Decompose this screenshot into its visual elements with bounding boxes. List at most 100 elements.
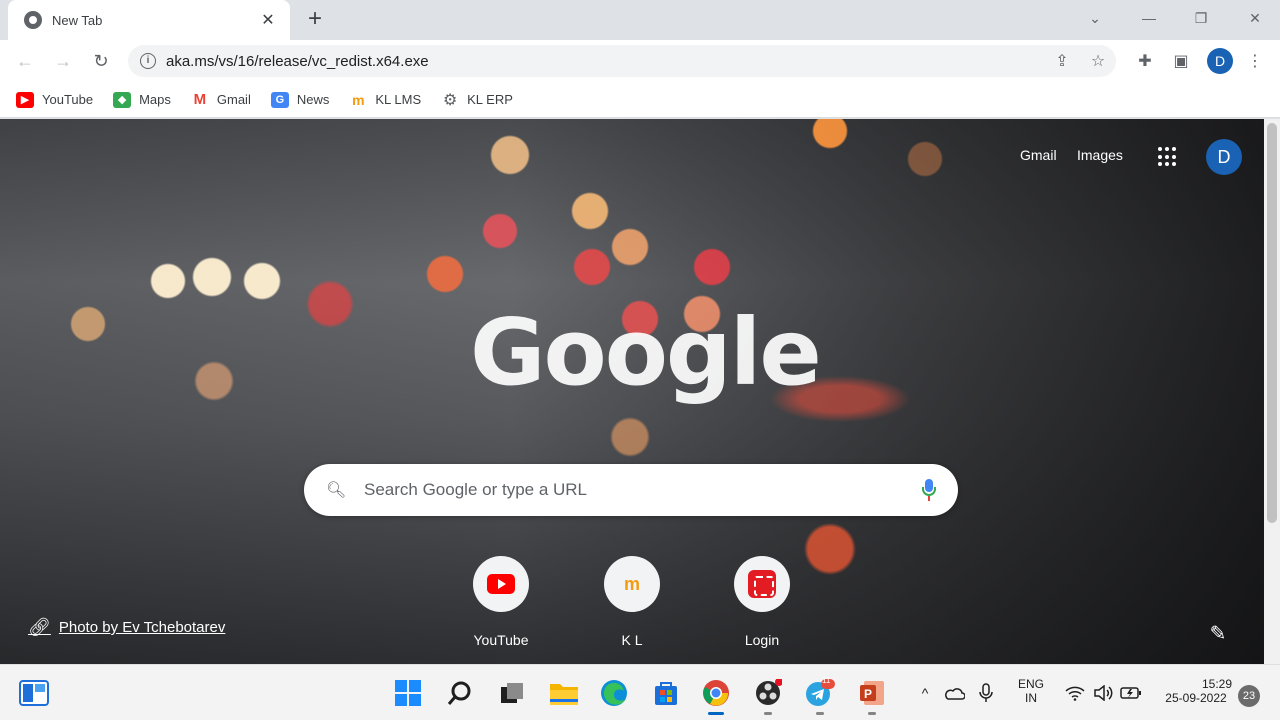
- bookmark-label: Gmail: [216, 92, 251, 107]
- search-icon: 🔍︎: [326, 482, 347, 499]
- close-window-button[interactable]: ✕: [1230, 0, 1280, 36]
- volume-icon[interactable]: [1090, 675, 1116, 711]
- tab-search-button[interactable]: ⌄: [1070, 0, 1120, 36]
- images-link[interactable]: Images: [1077, 147, 1123, 163]
- chrome-icon: [24, 11, 42, 29]
- photo-credit-link[interactable]: 🔗︎ Photo by Ev Tchebotarev: [28, 617, 225, 638]
- gear-icon: ⚙: [441, 91, 460, 109]
- site-info-icon[interactable]: i: [140, 53, 156, 69]
- bookmark-label: News: [296, 92, 330, 107]
- profile-avatar-button[interactable]: D: [1207, 48, 1233, 74]
- side-panel-icon[interactable]: ▣: [1169, 49, 1193, 73]
- tab-title: New Tab: [52, 12, 103, 28]
- address-bar[interactable]: i aka.ms/vs/16/release/vc_redist.x64.exe…: [128, 45, 1116, 77]
- close-tab-button[interactable]: ✕: [258, 10, 278, 30]
- shortcut-youtube[interactable]: YouTube: [456, 556, 546, 648]
- windows-taskbar: 11 P ^ ENG IN 15:29 25-09-2022 23: [0, 664, 1280, 720]
- clock-time: 15:29: [1201, 677, 1232, 691]
- shortcut-icon-circle: m: [604, 556, 660, 612]
- login-icon: [748, 570, 776, 598]
- bookmark-maps[interactable]: ◆ Maps: [113, 91, 171, 108]
- bookmarks-bar: ▶ YouTube ◆ Maps M Gmail G News m KL LMS…: [0, 82, 1280, 118]
- news-icon: G: [270, 91, 289, 108]
- customize-pencil-icon[interactable]: ✎: [1200, 615, 1236, 651]
- language-code: ENG: [1017, 677, 1044, 691]
- onedrive-icon[interactable]: [940, 675, 968, 711]
- telegram-badge: 11: [822, 676, 831, 685]
- photo-credit-text: Photo by Ev Tchebotarev: [58, 619, 226, 636]
- tab-new-tab[interactable]: New Tab ✕: [8, 0, 290, 40]
- shortcut-login[interactable]: Login: [717, 556, 807, 648]
- shortcut-label: Login: [744, 632, 780, 648]
- google-apps-icon[interactable]: [1158, 147, 1178, 167]
- google-logo: Google: [470, 299, 822, 406]
- moodle-icon: m: [623, 573, 640, 594]
- moodle-icon: m: [349, 91, 368, 108]
- task-view-icon[interactable]: [494, 675, 530, 711]
- minimize-button[interactable]: —: [1124, 0, 1174, 36]
- account-avatar[interactable]: D: [1206, 139, 1242, 175]
- scrollbar-thumb[interactable]: [1267, 123, 1277, 523]
- shortcut-icon-circle: [473, 556, 529, 612]
- wifi-icon[interactable]: [1062, 675, 1088, 711]
- back-button[interactable]: ←: [10, 46, 40, 76]
- language-indicator[interactable]: ENG IN: [1010, 677, 1052, 705]
- menu-icon[interactable]: ⋮: [1243, 49, 1267, 73]
- running-app-indicator: [868, 712, 876, 715]
- maps-icon: ◆: [113, 91, 132, 108]
- bookmark-kl-lms[interactable]: m KL LMS: [349, 91, 422, 108]
- microphone-icon[interactable]: [922, 479, 936, 501]
- edge-icon[interactable]: [596, 675, 632, 711]
- extensions-icon[interactable]: ✚: [1133, 49, 1157, 73]
- svg-text:P: P: [864, 687, 872, 701]
- notification-badge[interactable]: 23: [1238, 685, 1260, 707]
- file-explorer-icon[interactable]: [546, 675, 582, 711]
- bookmark-news[interactable]: G News: [270, 91, 330, 108]
- chrome-taskbar-icon[interactable]: [698, 675, 734, 715]
- telegram-icon[interactable]: 11: [802, 675, 838, 715]
- shortcut-label: YouTube: [473, 632, 529, 648]
- tab-strip: New Tab ✕ + ⌄ — ❐ ✕: [0, 0, 1280, 40]
- region-code: IN: [1025, 691, 1037, 705]
- powerpoint-icon[interactable]: P: [854, 675, 890, 715]
- bookmark-label: KL LMS: [375, 92, 422, 107]
- store-icon[interactable]: [648, 675, 684, 711]
- reload-button[interactable]: ↻: [86, 46, 116, 76]
- windows-start-icon[interactable]: [390, 675, 426, 711]
- bookmark-star-icon[interactable]: ☆: [1080, 51, 1116, 71]
- shortcut-icon-circle: [734, 556, 790, 612]
- show-hidden-icons-chevron[interactable]: ^: [914, 675, 936, 711]
- clock-date: 25-09-2022: [1165, 691, 1227, 705]
- shortcut-label: K L: [621, 632, 643, 648]
- search-input[interactable]: 🔍︎ Search Google or type a URL: [304, 464, 958, 516]
- bookmark-kl-erp[interactable]: ⚙ KL ERP: [441, 91, 513, 109]
- restore-button[interactable]: ❐: [1176, 0, 1226, 36]
- gmail-icon: M: [190, 91, 209, 108]
- forward-button[interactable]: →: [48, 46, 78, 76]
- bookmark-label: Maps: [139, 92, 171, 107]
- battery-icon[interactable]: [1118, 675, 1144, 711]
- widgets-icon[interactable]: [16, 675, 52, 711]
- bookmark-youtube[interactable]: ▶ YouTube: [16, 91, 94, 108]
- clock[interactable]: 15:29 25-09-2022: [1152, 677, 1240, 705]
- obs-icon[interactable]: [750, 675, 786, 715]
- shortcut-kl[interactable]: m K L: [587, 556, 677, 648]
- new-tab-page: Gmail Images D Google 🔍︎ Search Google o…: [0, 119, 1280, 664]
- bookmark-gmail[interactable]: M Gmail: [190, 91, 251, 108]
- link-icon: 🔗︎: [28, 617, 51, 637]
- running-app-indicator: [764, 712, 772, 715]
- youtube-icon: ▶: [16, 91, 34, 108]
- address-url[interactable]: aka.ms/vs/16/release/vc_redist.x64.exe: [166, 53, 1044, 70]
- new-tab-button[interactable]: +: [302, 6, 328, 34]
- bookmark-label: KL ERP: [467, 92, 513, 107]
- microphone-icon[interactable]: [972, 675, 1000, 711]
- running-app-indicator: [816, 712, 824, 715]
- search-icon[interactable]: [442, 675, 478, 711]
- share-icon[interactable]: ⇪: [1044, 51, 1080, 71]
- page-scrollbar[interactable]: [1264, 119, 1280, 664]
- bookmark-label: YouTube: [42, 92, 94, 107]
- gmail-link[interactable]: Gmail: [1020, 147, 1057, 163]
- youtube-icon: [487, 574, 515, 594]
- browser-toolbar: ← → ↻ i aka.ms/vs/16/release/vc_redist.x…: [0, 40, 1280, 82]
- search-placeholder: Search Google or type a URL: [364, 480, 588, 499]
